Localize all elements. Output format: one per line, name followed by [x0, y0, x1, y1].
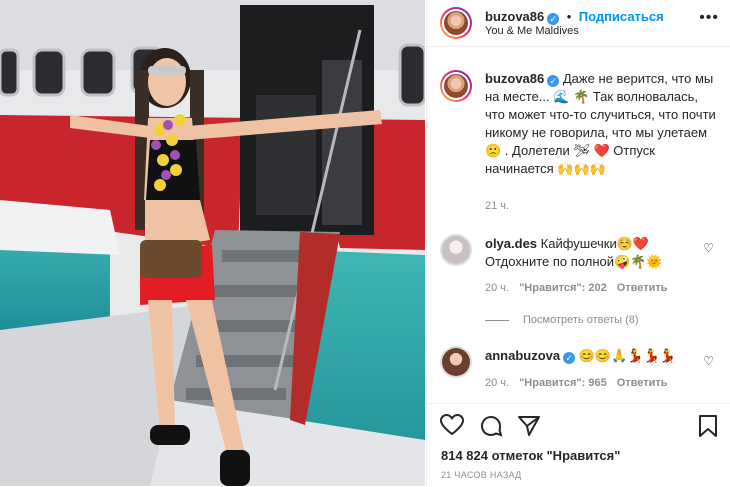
comment-meta: 20 ч. "Нравится": 202 Ответить	[485, 282, 668, 294]
post-actions: 814 824 отметок "Нравится" 21 ЧАСОВ НАЗА…	[427, 403, 730, 487]
reply-button[interactable]: Ответить	[617, 377, 668, 389]
replies-divider	[485, 319, 509, 321]
view-replies-label[interactable]: Посмотреть ответы (8)	[523, 314, 639, 326]
share-icon[interactable]	[517, 414, 541, 444]
like-comment-heart-icon[interactable]: ♡	[703, 241, 714, 255]
verified-icon: ✓	[547, 75, 560, 87]
comment-username[interactable]: annabuzova	[485, 348, 560, 363]
post-caption: buzova86 ✓ Даже не верится, что мы на мес…	[485, 70, 717, 178]
avatar[interactable]	[440, 7, 472, 39]
verified-icon: ✓	[547, 13, 560, 25]
caption-time[interactable]: 21 ч.	[485, 200, 509, 212]
like-comment-heart-icon[interactable]: ♡	[703, 354, 714, 368]
verified-icon: ✓	[563, 352, 576, 364]
comment-text: 😊😊🙏💃💃💃	[578, 348, 676, 363]
comment-meta: 20 ч. "Нравится": 965 Ответить	[485, 377, 668, 389]
comment-username[interactable]: olya.des	[485, 236, 537, 251]
view-replies-button[interactable]: Посмотреть ответы (8)	[485, 314, 639, 326]
comment-time[interactable]: 20 ч.	[485, 377, 509, 389]
comment-icon[interactable]	[479, 414, 503, 444]
header-username[interactable]: buzova86	[485, 9, 544, 24]
bookmark-icon[interactable]	[698, 414, 718, 444]
comment-likes[interactable]: "Нравится": 965	[519, 377, 607, 389]
separator-dot: •	[566, 9, 572, 24]
more-horizontal-icon[interactable]: •••	[699, 9, 719, 27]
caption-avatar[interactable]	[440, 70, 472, 102]
caption-text: Даже не верится, что мы на месте... 🌊 🌴 …	[485, 71, 716, 176]
post-sidebar: buzova86 ✓ • Подписаться You & Me Maldive…	[426, 0, 730, 486]
comment-time[interactable]: 20 ч.	[485, 282, 509, 294]
caption-username[interactable]: buzova86	[485, 71, 544, 86]
post-photo[interactable]	[0, 0, 425, 486]
comment-avatar[interactable]	[440, 234, 472, 266]
location-link[interactable]: You & Me Maldives	[485, 25, 579, 37]
seaplane-photo	[0, 0, 425, 486]
comment-item: olya.des Кайфушечки☺️❤️ Отдохните по пол…	[485, 235, 710, 271]
comment-item: annabuzova ✓ 😊😊🙏💃💃💃	[485, 347, 710, 365]
likes-count[interactable]: 814 824 отметок "Нравится"	[441, 448, 620, 463]
comment-likes[interactable]: "Нравится": 202	[519, 282, 607, 294]
comment-avatar[interactable]	[440, 346, 472, 378]
heart-icon[interactable]	[439, 413, 465, 442]
post-timestamp[interactable]: 21 ЧАСОВ НАЗАД	[441, 470, 522, 480]
post-header: buzova86 ✓ • Подписаться You & Me Maldive…	[427, 0, 730, 47]
reply-button[interactable]: Ответить	[617, 282, 668, 294]
follow-button[interactable]: Подписаться	[579, 9, 664, 24]
